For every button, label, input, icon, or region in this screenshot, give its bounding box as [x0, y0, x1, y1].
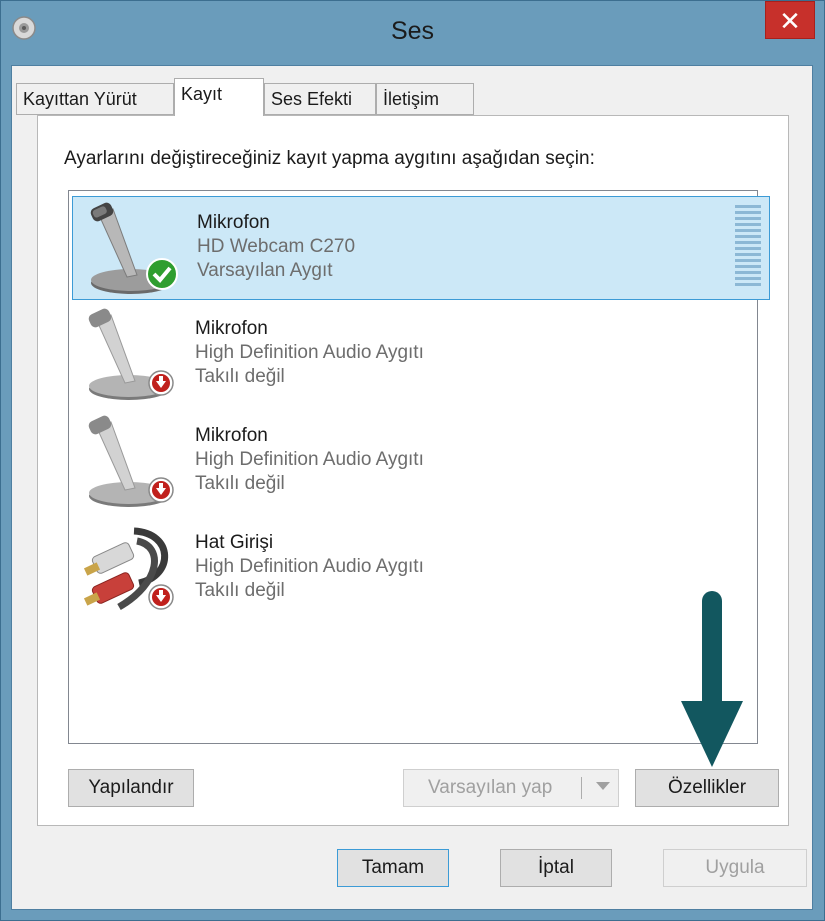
configure-button[interactable]: Yapılandır: [68, 769, 194, 807]
device-status: Varsayılan Aygıt: [197, 260, 333, 281]
device-description: High Definition Audio Aygıtı: [195, 556, 424, 577]
title-bar[interactable]: Ses ✕: [1, 1, 824, 63]
cancel-button[interactable]: İptal: [500, 849, 612, 887]
set-default-label: Varsayılan yap: [428, 777, 553, 798]
list-item-device-webcam-mic[interactable]: Mikrofon HD Webcam C270 Varsayılan Aygıt: [72, 196, 770, 300]
device-text: Mikrofon High Definition Audio Aygıtı Ta…: [195, 317, 424, 389]
ok-button[interactable]: Tamam: [337, 849, 449, 887]
dialog-client-area: Kayıttan Yürüt Kayıt Ses Efekti İletişim…: [11, 65, 813, 910]
device-text: Hat Girişi High Definition Audio Aygıtı …: [195, 531, 424, 603]
device-text: Mikrofon HD Webcam C270 Varsayılan Aygıt: [197, 211, 355, 283]
chevron-down-icon[interactable]: [596, 782, 610, 790]
close-button[interactable]: ✕: [765, 1, 815, 39]
device-status: Takılı değil: [195, 473, 285, 494]
window-title: Ses: [390, 17, 435, 45]
device-name: Mikrofon: [197, 212, 270, 233]
tab-recording[interactable]: Kayıt: [174, 78, 264, 116]
split-separator: [581, 777, 582, 799]
level-meter: [735, 205, 761, 289]
recording-device-list[interactable]: Mikrofon HD Webcam C270 Varsayılan Aygıt: [68, 190, 770, 744]
instruction-text: Ayarlarını değiştireceğiniz kayıt yapma …: [64, 148, 595, 169]
apply-button[interactable]: Uygula: [663, 849, 807, 887]
set-default-split-button[interactable]: Varsayılan yap: [403, 769, 619, 807]
tab-communications[interactable]: İletişim: [376, 83, 474, 115]
device-status: Takılı değil: [195, 366, 285, 387]
tab-playback[interactable]: Kayıttan Yürüt: [16, 83, 174, 115]
device-name: Hat Girişi: [195, 532, 274, 553]
list-item-device-line-in[interactable]: Hat Girişi High Definition Audio Aygıtı …: [71, 517, 771, 621]
default-check-badge: [146, 258, 178, 290]
unplugged-badge: [148, 584, 174, 610]
list-item-device-hd-audio-mic-2[interactable]: Mikrofon High Definition Audio Aygıtı Ta…: [71, 410, 771, 514]
sound-dialog-window: Ses ✕ Kayıttan Yürüt Kayıt Ses Efekti İl…: [0, 0, 825, 921]
device-description: High Definition Audio Aygıtı: [195, 342, 424, 363]
device-name: Mikrofon: [195, 318, 268, 339]
unplugged-badge: [148, 370, 174, 396]
properties-button[interactable]: Özellikler: [635, 769, 779, 807]
device-description: HD Webcam C270: [197, 236, 356, 257]
device-description: High Definition Audio Aygıtı: [195, 449, 424, 470]
tab-sound-effects[interactable]: Ses Efekti: [264, 83, 376, 115]
unplugged-badge: [148, 477, 174, 503]
annotation-arrow-icon: [681, 591, 743, 767]
list-item-device-hd-audio-mic-1[interactable]: Mikrofon High Definition Audio Aygıtı Ta…: [71, 303, 771, 407]
device-status: Takılı değil: [195, 580, 285, 601]
device-name: Mikrofon: [195, 425, 268, 446]
device-text: Mikrofon High Definition Audio Aygıtı Ta…: [195, 424, 424, 496]
